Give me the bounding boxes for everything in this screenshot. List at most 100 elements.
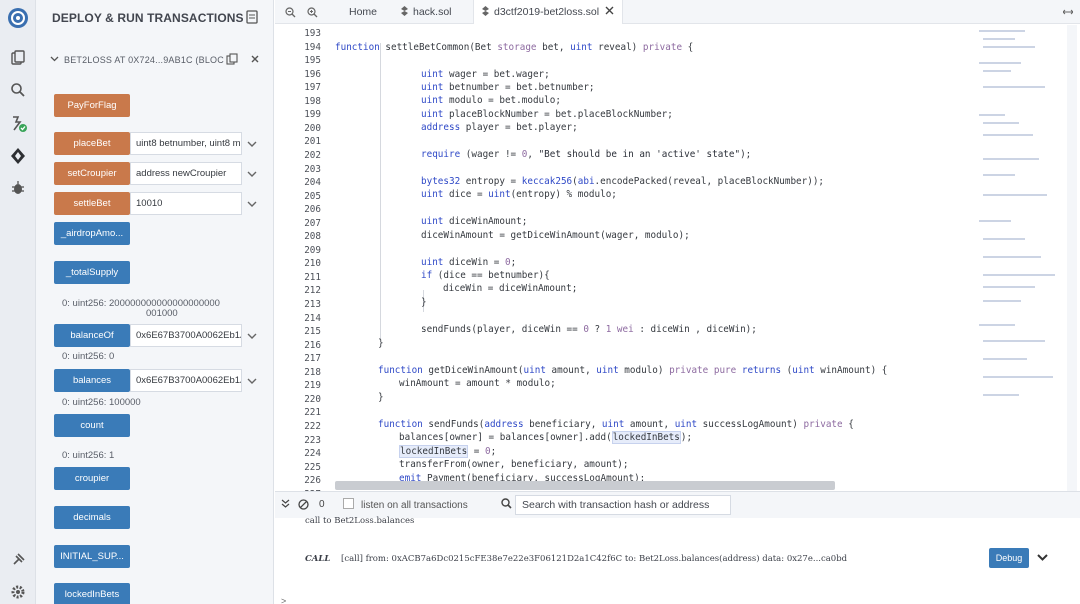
balanceof-result: 0: uint256: 0 xyxy=(62,351,115,362)
chevron-down-icon[interactable] xyxy=(246,168,258,180)
setcroupier-button[interactable]: setCroupier xyxy=(54,162,130,185)
line-number: 214 xyxy=(304,312,321,324)
code-line: winAmount = amount * modulo; xyxy=(399,378,556,389)
setcroupier-input[interactable]: address newCroupier xyxy=(130,162,242,185)
chevron-down-icon[interactable] xyxy=(246,375,258,387)
airdrop-amount-button[interactable]: _airdropAmo... xyxy=(54,222,130,245)
line-number: 199 xyxy=(304,109,321,121)
deploy-run-panel: DEPLOY & RUN TRANSACTIONS BET2LOSS AT 0X… xyxy=(36,0,274,604)
tab-hack-sol[interactable]: hack.sol xyxy=(401,0,452,24)
balanceof-button[interactable]: balanceOf xyxy=(54,324,130,347)
code-editor[interactable]: 193 194 195 196 197 198 199 200 201 202 203 204 205 2… xyxy=(275,25,975,491)
tab-home[interactable]: Home xyxy=(349,0,377,24)
decimals-button[interactable]: decimals xyxy=(54,506,130,529)
transaction-search-input[interactable]: Search with transaction hash or address xyxy=(515,495,731,515)
zoom-in-icon[interactable] xyxy=(307,0,318,24)
line-number: 196 xyxy=(304,68,321,80)
line-number: 219 xyxy=(304,380,321,392)
remix-logo-icon[interactable] xyxy=(6,6,30,30)
line-number: 211 xyxy=(304,271,321,283)
chevron-down-icon[interactable] xyxy=(1037,552,1048,566)
line-number: 213 xyxy=(304,299,321,310)
line-number: 206 xyxy=(304,204,321,216)
line-number: 207 xyxy=(304,217,321,229)
payforflag-button[interactable]: PayForFlag xyxy=(54,94,130,117)
code-line: uint modulo = bet.modulo; xyxy=(421,95,561,106)
settlebet-button[interactable]: settleBet xyxy=(54,192,130,215)
line-number: 218 xyxy=(304,366,321,378)
editor-tabs: Home hack.sol d3ctf2019-bet2loss.sol xyxy=(275,0,1080,24)
plugin-manager-icon[interactable] xyxy=(6,548,30,572)
line-number: 208 xyxy=(304,231,321,243)
deployed-instance-header[interactable]: BET2LOSS AT 0X724...9AB1C (BLOC xyxy=(50,53,268,69)
instance-label: BET2LOSS AT 0X724...9AB1C (BLOC xyxy=(64,55,224,65)
collapse-icon[interactable] xyxy=(281,499,290,512)
debugger-icon[interactable] xyxy=(6,176,30,200)
placebet-button[interactable]: placeBet xyxy=(54,132,130,155)
line-number: 194 xyxy=(304,41,321,53)
code-line: transferFrom(owner, beneficiary, amount)… xyxy=(399,459,629,470)
line-number: 201 xyxy=(304,136,321,148)
count-result: 0: uint256: 1 xyxy=(62,450,115,461)
tab-label: d3ctf2019-bet2loss.sol xyxy=(494,6,600,18)
line-number: 209 xyxy=(304,244,321,256)
chevron-down-icon[interactable] xyxy=(246,330,258,342)
initial-supply-button[interactable]: INITIAL_SUP... xyxy=(54,545,130,568)
line-number: 223 xyxy=(304,434,321,446)
debug-button[interactable]: Debug xyxy=(989,548,1029,568)
line-number: 225 xyxy=(304,461,321,473)
code-line: lockedInBets = 0; xyxy=(399,445,497,458)
listen-checkbox[interactable] xyxy=(343,498,354,509)
close-icon[interactable] xyxy=(605,6,614,18)
tab-d3ctf-bet2loss[interactable]: d3ctf2019-bet2loss.sol xyxy=(473,0,624,24)
chevron-down-icon[interactable] xyxy=(246,198,258,210)
icon-rail xyxy=(0,0,36,604)
copy-icon[interactable] xyxy=(226,53,238,68)
croupier-button[interactable]: croupier xyxy=(54,467,130,490)
code-line: diceWin = diceWinAmount; xyxy=(443,283,578,294)
file-icon xyxy=(482,5,489,19)
docs-icon[interactable] xyxy=(246,10,258,27)
code-line: function getDiceWinAmount(uint amount, u… xyxy=(378,365,888,376)
call-details: [call] from: 0xACB7a6Dc0215cFE38e7e22e3F… xyxy=(341,554,848,564)
chevron-down-icon[interactable] xyxy=(50,54,59,66)
close-icon[interactable] xyxy=(250,54,260,67)
expand-icon[interactable] xyxy=(1063,0,1073,24)
deploy-run-icon[interactable] xyxy=(6,144,30,168)
code-line: require (wager != 0, "Bet should be in a… xyxy=(421,149,752,160)
line-number: 195 xyxy=(304,55,321,67)
listen-label: listen on all transactions xyxy=(361,500,468,511)
totalsupply-button[interactable]: _totalSupply xyxy=(54,261,130,284)
code-line: address player = bet.player; xyxy=(421,122,578,133)
totalsupply-result: 0: uint256: 200000000000000000000 xyxy=(62,298,220,309)
placebet-input[interactable]: uint8 betnumber, uint8 m xyxy=(130,132,242,155)
horizontal-scrollbar[interactable] xyxy=(335,481,835,490)
code-line: uint wager = bet.wager; xyxy=(421,69,550,80)
settlebet-input[interactable]: 10010 xyxy=(130,192,242,215)
balances-button[interactable]: balances xyxy=(54,369,130,392)
file-explorer-icon[interactable] xyxy=(6,46,30,70)
tab-label: hack.sol xyxy=(413,6,452,18)
code-line: uint diceWin = 0; xyxy=(421,257,517,268)
code-minimap[interactable] xyxy=(975,25,1067,491)
prompt-icon: > xyxy=(281,596,287,604)
line-number: 226 xyxy=(304,475,321,487)
zoom-out-icon[interactable] xyxy=(285,0,296,24)
vertical-scrollbar[interactable] xyxy=(1067,25,1077,491)
compiler-icon[interactable] xyxy=(6,112,30,136)
code-line: sendFunds(player, diceWin == 0 ? 1 wei :… xyxy=(421,324,757,335)
balances-input[interactable]: 0x6E67B3700A0062Eb1A xyxy=(130,369,242,392)
line-number: 216 xyxy=(304,339,321,351)
clear-console-icon[interactable] xyxy=(298,499,309,513)
lockedinbets-button[interactable]: lockedInBets xyxy=(54,583,130,604)
line-number: 215 xyxy=(304,326,321,338)
chevron-down-icon[interactable] xyxy=(246,138,258,150)
line-number: 203 xyxy=(304,163,321,175)
code-line: function settleBetCommon(Bet storage bet… xyxy=(335,42,694,53)
balanceof-input[interactable]: 0x6E67B3700A0062Eb1A xyxy=(130,324,242,347)
call-tag: CALL xyxy=(305,554,331,564)
search-icon[interactable] xyxy=(6,78,30,102)
count-button[interactable]: count xyxy=(54,414,130,437)
line-number: 202 xyxy=(304,149,321,161)
settings-gear-icon[interactable] xyxy=(6,580,30,604)
